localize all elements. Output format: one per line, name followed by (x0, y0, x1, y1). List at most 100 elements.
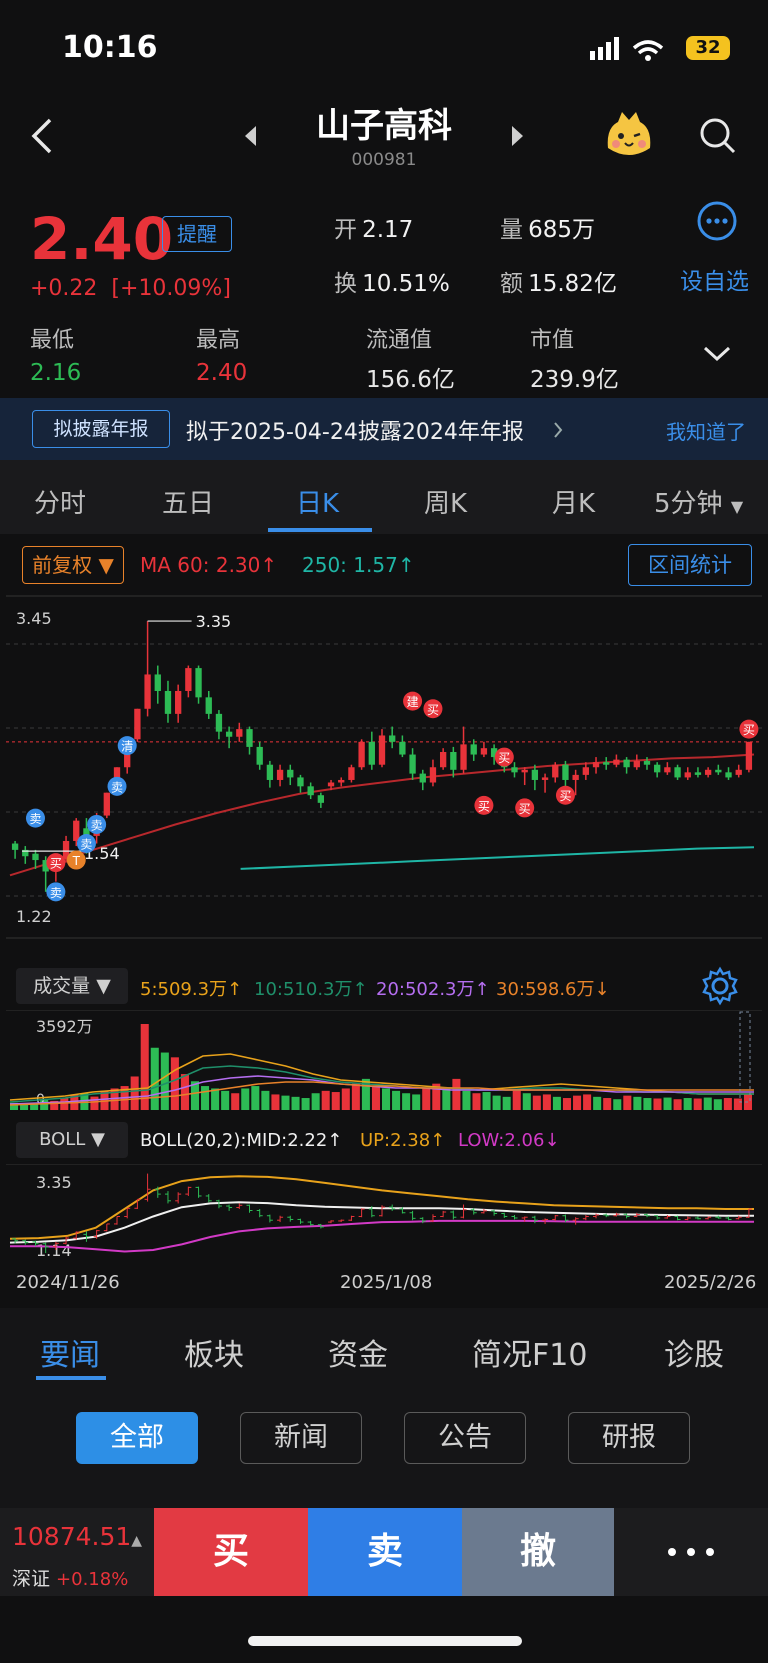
trade-marker-label: 买 (743, 723, 755, 737)
boll-chart[interactable]: 3.351.14 (0, 1164, 768, 1264)
mascot-icon[interactable] (602, 110, 656, 160)
tab-intraday[interactable]: 分时 (34, 483, 86, 520)
search-icon[interactable] (698, 116, 738, 156)
tab-five-day[interactable]: 五日 (162, 483, 214, 520)
candle-body (429, 767, 437, 783)
cancel-order-button[interactable]: 撤 (462, 1508, 614, 1596)
trade-marker-label: 清 (121, 740, 133, 754)
volume-bar (201, 1086, 210, 1110)
trade-marker-label: T (72, 854, 81, 868)
remind-button[interactable]: 提醒 (162, 216, 232, 252)
trade-marker-label: 买 (478, 799, 490, 813)
volume-bar (221, 1090, 230, 1110)
float-cap-label: 流通值 (366, 328, 433, 353)
tab-diagnose[interactable]: 诊股 (664, 1330, 724, 1374)
adjust-selector[interactable]: 前复权 ▼ (22, 546, 124, 584)
volume-indicator-selector[interactable]: 成交量 ▼ (16, 968, 128, 1004)
period-tabs (0, 460, 768, 534)
volume-bar (633, 1096, 642, 1110)
tab-funds[interactable]: 资金 (328, 1330, 388, 1374)
volume-bar (241, 1088, 250, 1110)
volume-bar (271, 1094, 280, 1110)
trade-marker-label: 建 (407, 695, 419, 709)
float-cap-value: 156.6亿 (366, 367, 455, 393)
expand-chevron-icon[interactable] (702, 344, 732, 364)
candle-body (603, 762, 610, 765)
high-value: 2.40 (196, 360, 248, 386)
trade-marker-label: 卖 (50, 886, 62, 900)
date-end: 2025/2/26 (664, 1272, 757, 1293)
volume-bar (261, 1090, 270, 1110)
volume-bar (351, 1083, 360, 1110)
volume-bar (442, 1088, 451, 1110)
volume-bar (211, 1088, 220, 1110)
candle-body (154, 674, 161, 691)
candle-body (297, 777, 304, 787)
candle-body (552, 764, 559, 778)
filter-all[interactable]: 全部 (76, 1412, 198, 1464)
candle-body (725, 772, 732, 778)
more-options-icon[interactable] (696, 200, 738, 242)
tab-weekly-k[interactable]: 周K (424, 483, 467, 520)
volume-bar (512, 1090, 521, 1110)
index-value: 10874.51▲ (12, 1522, 143, 1551)
banner-text[interactable]: 拟于2025-04-24披露2024年年报 (186, 414, 524, 446)
volume-bar (673, 1099, 682, 1110)
volume-bar (683, 1098, 692, 1110)
filter-news[interactable]: 新闻 (240, 1412, 362, 1464)
candle-body (419, 773, 426, 783)
filter-announcements[interactable]: 公告 (404, 1412, 526, 1464)
settings-gear-icon[interactable] (700, 966, 740, 1006)
trade-marker-label: 卖 (91, 818, 103, 832)
volume-bar (492, 1095, 501, 1110)
add-watchlist-button[interactable]: 设自选 (680, 262, 749, 296)
volume-chart[interactable]: 3592万0 (0, 1010, 768, 1114)
boll-up: UP:2.38↑ (360, 1130, 446, 1151)
candle-body (715, 769, 722, 773)
tab-daily-k[interactable]: 日K (296, 483, 339, 520)
buy-button[interactable]: 买 (154, 1508, 308, 1596)
sell-button[interactable]: 卖 (308, 1508, 462, 1596)
banner-tag: 拟披露年报 (32, 410, 170, 448)
candle-body (164, 690, 172, 714)
selection-box (739, 1011, 751, 1103)
volume-bar (603, 1098, 612, 1110)
volume-bar (472, 1093, 481, 1110)
candlestick-chart[interactable]: 3.451.223.351.54卖买卖T卖卖卖清建买买买买买买 (0, 594, 768, 940)
candle-body (664, 767, 671, 773)
volume-bar (452, 1078, 461, 1110)
candle-body (225, 731, 233, 737)
candle-body (735, 769, 742, 775)
volume-bar (402, 1093, 411, 1110)
volume-bar (291, 1096, 300, 1110)
dismiss-button[interactable]: 我知道了 (666, 416, 746, 445)
high-annotation: 3.35 (196, 612, 232, 631)
candle-body (103, 792, 110, 816)
tab-f10[interactable]: 简况F10 (472, 1330, 587, 1374)
volume-bar (532, 1095, 541, 1110)
volume-bar (693, 1098, 702, 1110)
vol-ma30: 30:598.6万↓ (496, 979, 610, 1000)
candle-body (185, 668, 192, 691)
candle-body (389, 735, 396, 742)
volume-bar (542, 1094, 551, 1110)
range-stats-button[interactable]: 区间统计 (628, 544, 752, 586)
filter-research[interactable]: 研报 (568, 1412, 690, 1464)
tab-monthly-k[interactable]: 月K (552, 483, 595, 520)
candle-body (409, 754, 416, 774)
volume-bar (482, 1092, 491, 1110)
boll-params: BOLL(20,2):MID:2.22↑ (140, 1130, 343, 1151)
tab-headlines[interactable]: 要闻 (40, 1330, 100, 1374)
market-cap-value: 239.9亿 (530, 367, 619, 393)
volume-bar (301, 1098, 310, 1110)
tab-sector[interactable]: 板块 (184, 1330, 244, 1374)
boll-indicator-selector[interactable]: BOLL ▼ (16, 1122, 128, 1158)
tab-5min[interactable]: 5分钟 ▼ (654, 483, 743, 520)
candle-body (654, 764, 661, 773)
candle-body (694, 772, 702, 775)
volume-bar (552, 1096, 561, 1110)
price-change: +0.22 [+10.09%] (30, 276, 231, 301)
ma60-line (9, 753, 755, 877)
signal-wifi-icons (590, 37, 664, 61)
next-stock-icon[interactable] (508, 124, 526, 148)
